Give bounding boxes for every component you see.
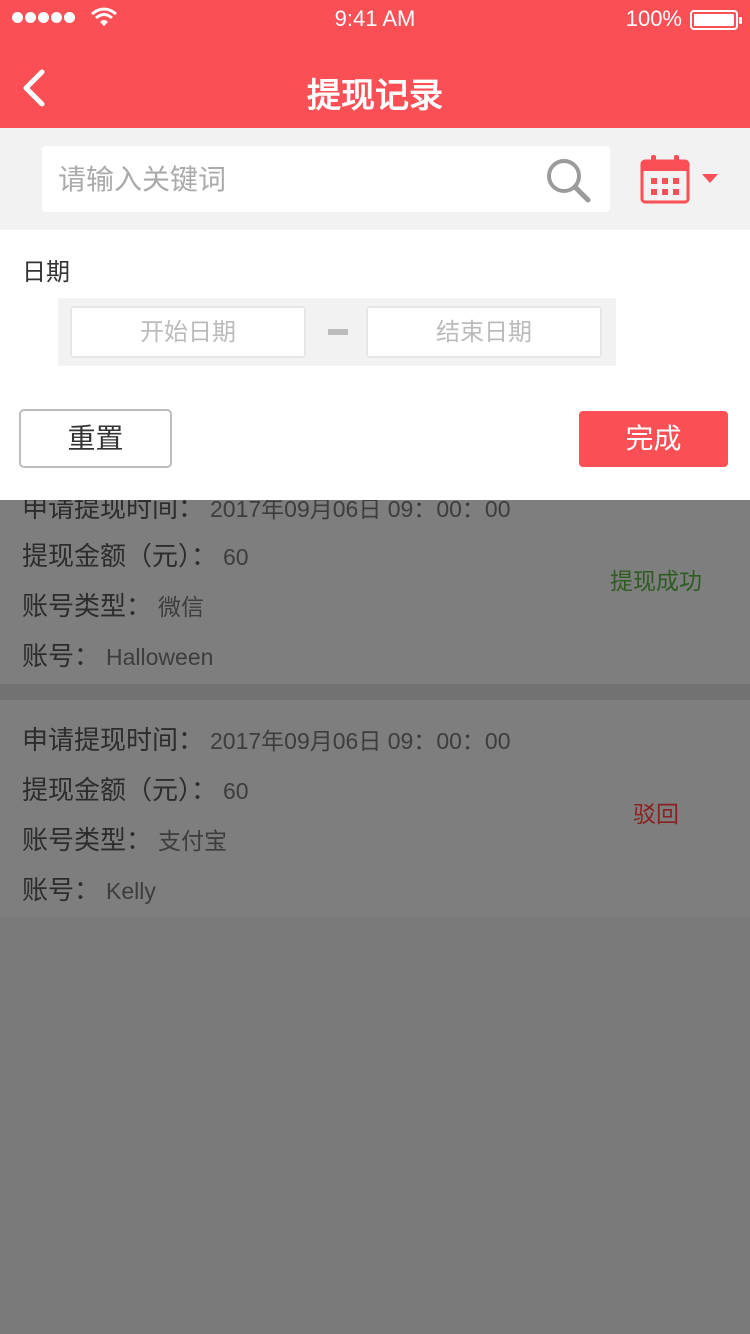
amount-row: 提现金额（元）： 60 [22,770,249,807]
search-icon[interactable] [544,156,592,204]
search-bar [0,128,750,230]
record-card[interactable]: 申请提现时间： 2017年09月06日 09：00：00 提现金额（元）： 60 账… [0,700,750,917]
apply-time-row: 申请提现时间： 2017年09月06日 09：00：00 [22,720,511,757]
account-label: 账号： [22,642,101,672]
page-title: 提现记录 [307,76,443,116]
start-date-field[interactable]: 开始日期 [70,306,306,358]
status-badge: 驳回 [633,802,679,828]
record-card[interactable]: 申请提现时间： 2017年09月06日 09：00：00 提现金额（元）： 60 账… [0,476,750,684]
date-range: 开始日期 结束日期 [58,298,616,366]
account-label: 账号： [22,876,101,906]
account-type-value: 微信 [158,594,205,620]
calendar-icon[interactable] [640,154,690,204]
date-label: 日期 [22,258,70,286]
search-box [42,146,610,212]
account-type-row: 账号类型： 微信 [22,586,204,623]
account-row: 账号： Halloween [22,636,213,673]
amount-value: 60 [223,544,249,570]
nav-header: 9:41 AM 100% 提现记录 [0,0,750,128]
reset-button[interactable]: 重置 [19,409,172,468]
amount-row: 提现金额（元）： 60 [22,536,249,573]
caret-down-icon[interactable] [702,174,718,184]
amount-label: 提现金额（元）： [22,542,218,572]
apply-time-label: 申请提现时间： [22,726,205,756]
status-bar: 9:41 AM 100% [0,0,750,40]
range-separator [328,329,348,335]
account-value: Kelly [106,878,156,904]
battery-icon [690,10,742,30]
status-badge: 提现成功 [610,569,702,595]
apply-time-value: 2017年09月06日 09：00：00 [210,728,511,754]
battery-percent: 100% [625,6,682,31]
done-button[interactable]: 完成 [579,411,728,467]
account-type-value: 支付宝 [158,828,228,854]
account-row: 账号： Kelly [22,870,156,907]
amount-label: 提现金额（元）： [22,776,218,806]
amount-value: 60 [223,778,249,804]
card-divider [0,684,750,700]
search-input[interactable] [58,146,528,212]
account-type-label: 账号类型： [22,826,153,856]
account-type-label: 账号类型： [22,592,153,622]
date-filter-panel: 日期 开始日期 结束日期 重置 完成 [0,230,750,500]
account-type-row: 账号类型： 支付宝 [22,820,227,857]
account-value: Halloween [106,644,214,670]
end-date-field[interactable]: 结束日期 [366,306,602,358]
